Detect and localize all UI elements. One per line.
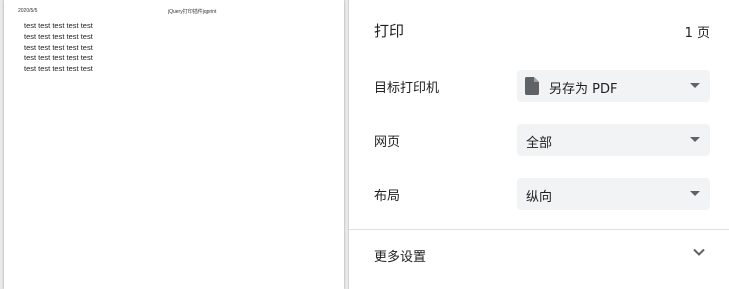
layout-value: 纵向	[526, 190, 553, 205]
print-settings-panel: 打印 1 页 目标打印机 另存为 PDF 网页 全部 布局 纵向 更多设置	[349, 0, 729, 289]
destination-select[interactable]: 另存为 PDF	[517, 70, 710, 102]
preview-page: 2020/5/5 jQuery打印插件jqprint test test tes…	[4, 0, 344, 289]
preview-line: test test test test test	[24, 21, 93, 30]
preview-line: test test test test test	[24, 53, 93, 63]
destination-value: 另存为 PDF	[549, 82, 618, 97]
destination-label: 目标打印机	[374, 81, 440, 96]
dropdown-arrow-icon	[690, 83, 700, 88]
document-icon	[525, 77, 539, 95]
preview-line: test test test test test	[24, 31, 93, 41]
pages-label: 网页	[374, 135, 401, 150]
dropdown-arrow-icon	[690, 191, 700, 196]
pages-select[interactable]: 全部	[517, 124, 710, 156]
preview-line: test test test test test	[24, 64, 93, 74]
more-settings-toggle[interactable]: 更多设置	[349, 230, 729, 280]
preview-header-title: jQuery打印插件jqprint	[168, 9, 217, 15]
print-preview-area: 2020/5/5 jQuery打印插件jqprint test test tes…	[0, 0, 349, 289]
page-count: 1 页	[684, 26, 710, 41]
more-settings-label: 更多设置	[374, 250, 427, 265]
preview-header-date: 2020/5/5	[18, 8, 38, 14]
pages-value: 全部	[526, 136, 553, 151]
preview-content: test test test test test test test test …	[24, 21, 93, 75]
preview-line: test test test test test	[24, 42, 93, 52]
panel-title: 打印	[374, 22, 405, 40]
print-dialog: 2020/5/5 jQuery打印插件jqprint test test tes…	[0, 0, 729, 289]
layout-label: 布局	[374, 189, 401, 204]
layout-select[interactable]: 纵向	[517, 178, 710, 210]
chevron-down-icon	[693, 248, 705, 256]
dropdown-arrow-icon	[690, 137, 700, 142]
